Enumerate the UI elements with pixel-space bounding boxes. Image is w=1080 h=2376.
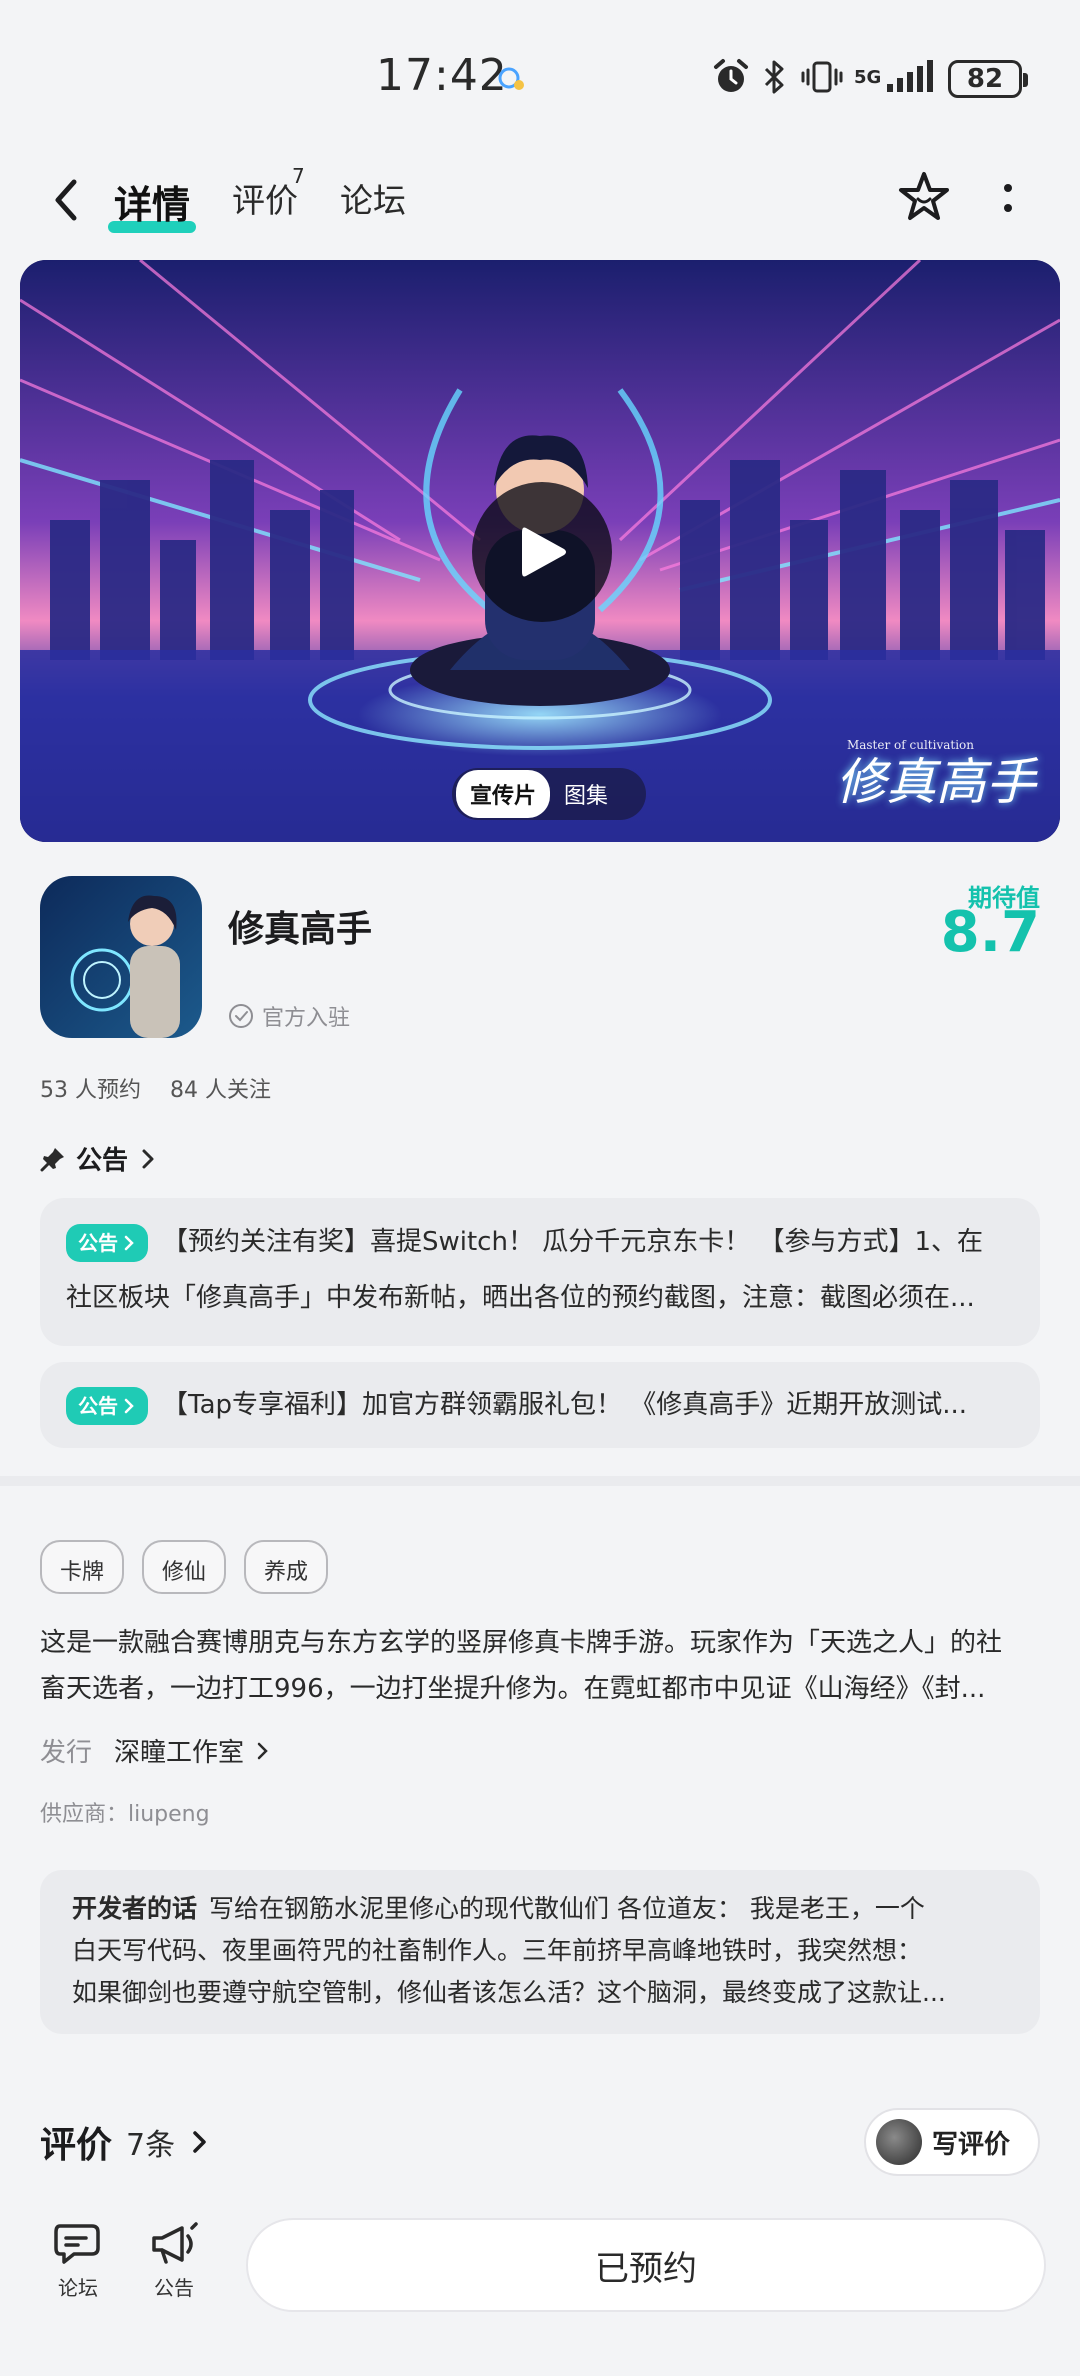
official-badge: 官方入驻 (228, 1000, 350, 1032)
reviews-header[interactable]: 评价 7条 (40, 2116, 211, 2168)
tag-raising[interactable]: 养成 (244, 1540, 329, 1594)
game-title: 修真高手 (228, 909, 373, 950)
announcement-badge: 公告 (66, 1223, 148, 1262)
chevron-right-icon (124, 1235, 134, 1250)
official-label: 官方入驻 (262, 1006, 351, 1031)
verified-check-icon (229, 1004, 253, 1028)
tab-forum[interactable]: 论坛 (340, 174, 406, 222)
hero-logo: 修真高手 (836, 753, 1036, 811)
more-icon[interactable] (996, 174, 1020, 224)
reviews-count: 7条 (126, 2128, 176, 2163)
megaphone-icon (152, 2222, 198, 2264)
pin-icon (40, 1147, 64, 1171)
follower-count: 84 人关注 (170, 1078, 271, 1103)
bottom-action-bar: 论坛 公告 已预约 (0, 2196, 1080, 2376)
announcement-line: 公告 【Tap专享福利】加官方群领霸服礼包！ 《修真高手》近期开放测试... (66, 1377, 1014, 1433)
game-icon (40, 876, 202, 1038)
announcement-text: 【预约关注有奖】喜提Switch！ 瓜分千元京东卡！ 【参与方式】1、在 (162, 1227, 984, 1257)
tag-card[interactable]: 卡牌 (40, 1540, 125, 1594)
reserved-button[interactable]: 已预约 (246, 2218, 1046, 2312)
announcement-text: 【Tap专享福利】加官方群领霸服礼包！ 《修真高手》近期开放测试... (162, 1390, 968, 1420)
announcement-header[interactable]: 公告 (40, 1140, 158, 1177)
battery-level: 82 (966, 64, 1004, 94)
description-line: 这是一款融合赛博朋克与东方玄学的竖屏修真卡牌手游。玩家作为「天选之人」的社 (40, 1628, 1003, 1658)
network-label: 5G (854, 66, 882, 88)
developer-note-label: 开发者的话 (72, 1894, 198, 1923)
promo-video[interactable]: Master of cultivation 修真高手 宣传片 图集 (20, 260, 1060, 842)
tab-reviews-label: 评价 (232, 181, 298, 220)
publisher-name: 深瞳工作室 (114, 1738, 245, 1768)
reserved-button-label: 已预约 (595, 2248, 697, 2289)
forum-icon (54, 2224, 100, 2264)
tab-details-label: 详情 (114, 183, 191, 227)
developer-note-card[interactable]: 开发者的话 写给在钢筋水泥里修心的现代散仙们 各位道友： 我是老王，一个 白天写代… (40, 1870, 1040, 2034)
game-detail-page: 17:42 5G 82 详情 评价 7 论坛 Master of cultiva… (0, 0, 1080, 2376)
tab-reviews-badge: 7 (292, 164, 305, 188)
announcement-badge-label: 公告 (78, 1230, 118, 1255)
top-nav: 详情 评价 7 论坛 (0, 150, 1080, 250)
stats-row: 53 人预约 84 人关注 (40, 1072, 293, 1104)
supplier-info: 供应商：liupeng (40, 1802, 210, 1827)
reservation-count: 53 人预约 (40, 1078, 141, 1103)
announcement-card[interactable]: 公告 【Tap专享福利】加官方群领霸服礼包！ 《修真高手》近期开放测试... (40, 1362, 1040, 1448)
developer-note-line: 开发者的话 写给在钢筋水泥里修心的现代散仙们 各位道友： 我是老王，一个 (72, 1888, 1008, 1930)
publisher-label: 发行 (40, 1738, 93, 1768)
announcement-card[interactable]: 公告 【预约关注有奖】喜提Switch！ 瓜分千元京东卡！ 【参与方式】1、在 … (40, 1198, 1040, 1346)
write-review-label: 写评价 (932, 2129, 1011, 2160)
media-tab-switch: 宣传片 图集 (452, 768, 646, 820)
announcement-shortcut-label: 公告 (154, 2276, 194, 2300)
announcement-header-label: 公告 (76, 1146, 129, 1176)
bluetooth-icon (764, 60, 784, 94)
tab-forum-label: 论坛 (340, 181, 406, 220)
status-time: 17:42 (376, 50, 508, 101)
avatar (876, 2119, 922, 2165)
play-button[interactable] (472, 482, 612, 622)
alarm-icon (714, 59, 748, 92)
developer-note-line: 白天写代码、夜里画符咒的社畜制作人。三年前挤早高峰地铁时，我突然想： (72, 1936, 923, 1965)
section-divider (0, 1476, 1080, 1486)
announcement-line: 公告 【预约关注有奖】喜提Switch！ 瓜分千元京东卡！ 【参与方式】1、在 (66, 1214, 1014, 1270)
status-bar: 17:42 5G 82 (0, 0, 1080, 150)
chevron-right-icon (142, 1149, 154, 1168)
announcement-badge-label: 公告 (78, 1393, 118, 1418)
forum-shortcut-label: 论坛 (58, 2276, 98, 2300)
chat-bubble-icon (498, 67, 524, 90)
description-line: 畜天选者，一边打工996，一边打坐提升修为。在霓虹都市中见证《山海经》《封... (40, 1674, 986, 1704)
forum-shortcut[interactable]: 论坛 (38, 2220, 118, 2301)
tab-details[interactable]: 详情 (107, 174, 197, 233)
chevron-right-icon (193, 2131, 206, 2153)
game-icon-artwork (40, 876, 202, 1038)
developer-note-text: 写给在钢筋水泥里修心的现代散仙们 各位道友： 我是老王，一个 (209, 1894, 925, 1923)
announcement-badge: 公告 (66, 1386, 148, 1425)
chevron-right-icon (257, 1742, 268, 1759)
tab-reviews[interactable]: 评价 7 (232, 164, 305, 222)
tab-gallery[interactable]: 图集 (550, 770, 622, 818)
developer-note-line: 如果御剑也要遵守航空管制，修仙者该怎么活？这个脑洞，最终变成了这款让... (72, 1978, 946, 2007)
status-icons: 5G (712, 54, 934, 100)
publisher-row[interactable]: 发行 深瞳工作室 (40, 1732, 272, 1769)
announcement-text-continued: 社区板块「修真高手」中发布新帖，晒出各位的预约截图，注意：截图必须在... (66, 1283, 975, 1313)
tag-list: 卡牌 修仙 养成 (40, 1540, 329, 1594)
tab-trailer[interactable]: 宣传片 (456, 770, 551, 818)
chevron-right-icon (124, 1398, 134, 1413)
battery-indicator: 82 (948, 60, 1028, 98)
announcement-shortcut[interactable]: 公告 (134, 2220, 214, 2301)
reviews-title: 评价 (40, 2125, 113, 2166)
game-description[interactable]: 这是一款融合赛博朋克与东方玄学的竖屏修真卡牌手游。玩家作为「天选之人」的社 畜天… (40, 1620, 1040, 1712)
play-icon (522, 527, 566, 577)
signal-icon (887, 60, 934, 92)
tag-cultivation[interactable]: 修仙 (142, 1540, 227, 1594)
rating-value: 8.7 (940, 900, 1040, 965)
back-icon[interactable] (44, 172, 88, 228)
star-icon[interactable] (894, 168, 954, 228)
write-review-button[interactable]: 写评价 (864, 2108, 1040, 2176)
vibrate-icon (801, 61, 843, 93)
